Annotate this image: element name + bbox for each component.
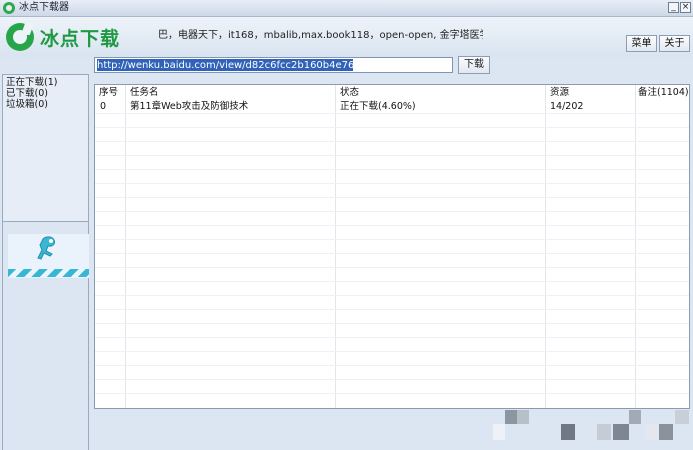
app-icon — [3, 2, 15, 14]
task-table: 序号 任务名 状态 资源 备注(1104) 0 第11章Web攻击及防御技术 正… — [94, 84, 690, 409]
logo-text: 冰点下载 — [40, 28, 121, 50]
row-resource: 14/202 — [550, 101, 584, 112]
column-header-resource[interactable]: 资源 — [550, 86, 569, 99]
row-task-name: 第11章Web攻击及防御技术 — [130, 101, 249, 112]
close-button[interactable]: × — [680, 2, 691, 13]
mascot-image — [8, 234, 89, 278]
status-area — [92, 410, 693, 450]
about-button[interactable]: 关于 — [659, 35, 690, 52]
title-bar: 冰点下载器 _ × — [0, 0, 693, 17]
row-status: 正在下载(4.60%) — [340, 101, 416, 112]
logo-icon — [6, 23, 35, 51]
column-header-note[interactable]: 备注(1104) — [638, 86, 689, 99]
category-downloading[interactable]: 正在下载(1) — [3, 77, 88, 88]
row-index: 0 — [100, 101, 107, 112]
column-header-name[interactable]: 任务名 — [130, 86, 159, 99]
header: 冰点下载 巴，电器天下，it168，mbalib,max.book118，ope… — [0, 17, 693, 57]
download-button[interactable]: 下载 — [458, 56, 490, 74]
url-field[interactable] — [94, 57, 453, 73]
url-input[interactable] — [96, 58, 452, 72]
category-list: 正在下载(1) 已下载(0) 垃圾箱(0) — [2, 74, 89, 222]
category-trash[interactable]: 垃圾箱(0) — [3, 99, 88, 110]
mascot-figure-icon — [37, 236, 55, 260]
window-title: 冰点下载器 — [19, 2, 69, 13]
column-header-index[interactable]: 序号 — [99, 86, 118, 99]
menu-button[interactable]: 菜单 — [626, 35, 657, 52]
watermark-pixel — [505, 410, 517, 424]
logo: 冰点下载 — [6, 21, 121, 53]
column-header-status[interactable]: 状态 — [340, 86, 359, 99]
mascot-stripes — [8, 269, 89, 277]
scrolling-notice: 巴，电器天下，it168，mbalib,max.book118，open-ope… — [158, 30, 483, 41]
minimize-button[interactable]: _ — [668, 2, 679, 13]
category-downloaded[interactable]: 已下载(0) — [3, 88, 88, 99]
